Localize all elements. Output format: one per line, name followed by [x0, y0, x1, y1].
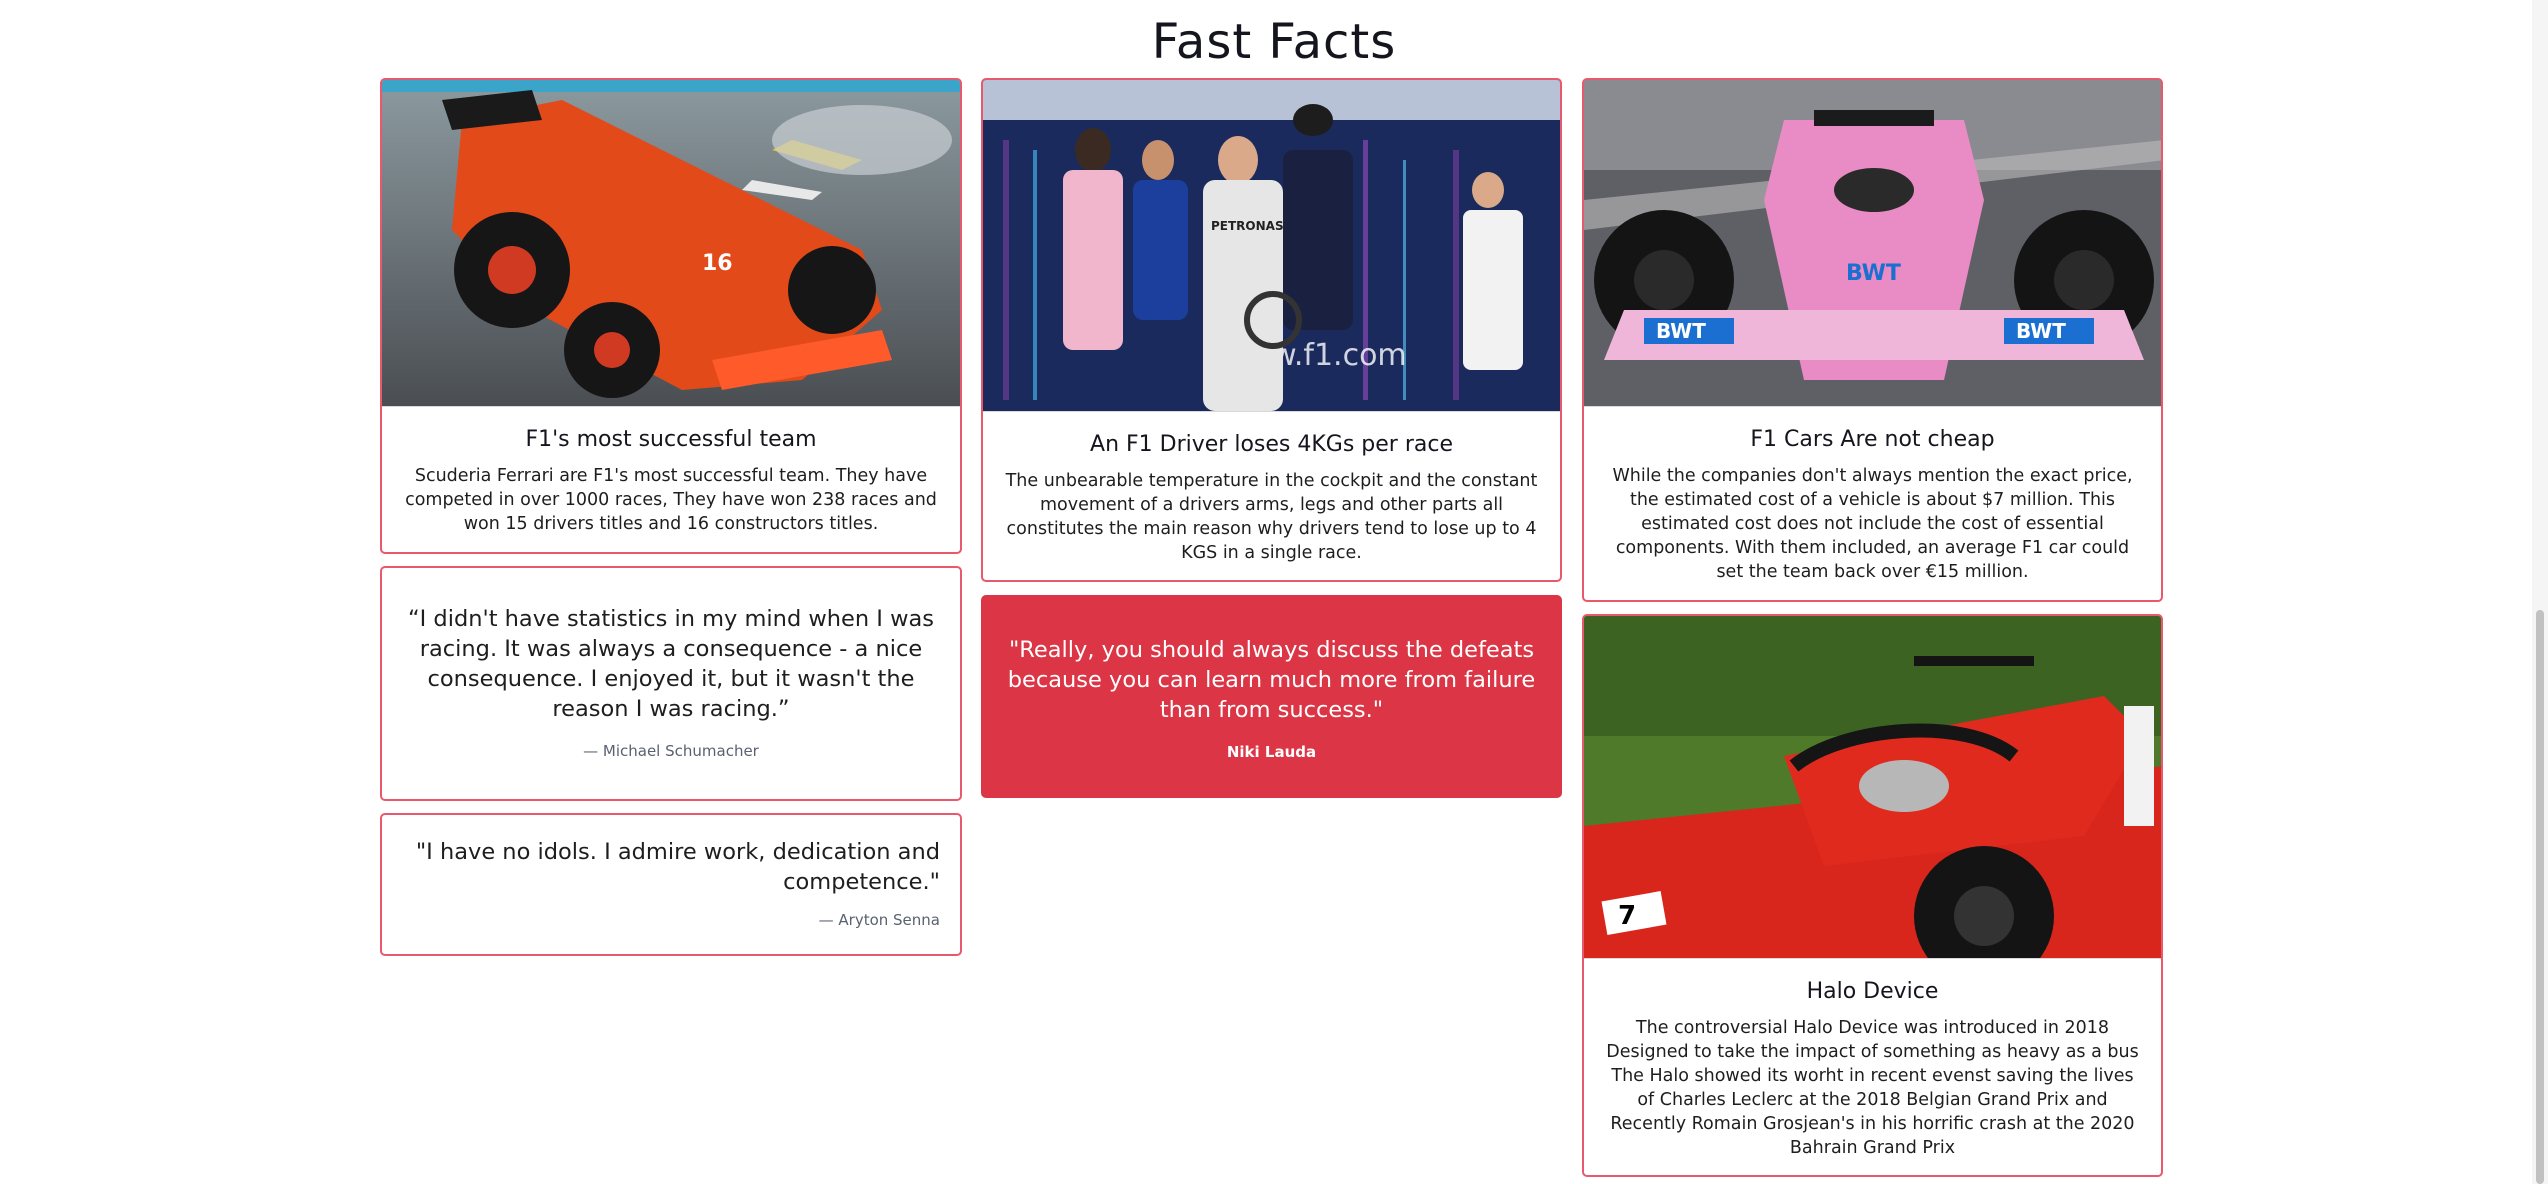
- driver-card-body: An F1 Driver loses 4KGs per race The unb…: [983, 412, 1560, 575]
- cost-card: BWT BWT BWT F1 Cars Are not cheap While …: [1582, 78, 2163, 602]
- page-title: Fast Facts: [1151, 14, 1397, 70]
- halo-card-body: Halo Device The controversial Halo Devic…: [1584, 959, 2161, 1170]
- svg-text:16: 16: [702, 251, 733, 276]
- driver-card: www.f1.com PETRONAS An F1 Driver loses 4…: [981, 78, 1562, 582]
- ferrari-card: 16 F1's most successful team Scuderia Fe…: [380, 78, 962, 554]
- ferrari-car-image: 16: [382, 80, 960, 407]
- svg-text:PETRONAS: PETRONAS: [1211, 219, 1284, 233]
- cost-card-body: F1 Cars Are not cheap While the companie…: [1584, 407, 2161, 594]
- lauda-quote-text: "Really, you should always discuss the d…: [1007, 637, 1536, 723]
- senna-quote: "I have no idols. I admire work, dedicat…: [382, 815, 960, 929]
- drivers-image: www.f1.com PETRONAS: [983, 80, 1560, 412]
- senna-quote-card: "I have no idols. I admire work, dedicat…: [380, 813, 962, 956]
- cost-card-text: While the companies don't always mention…: [1612, 466, 2133, 582]
- halo-card: 7 Halo Device The controversial Halo Dev…: [1582, 614, 2163, 1177]
- halo-car-image: 7: [1584, 616, 2161, 959]
- lauda-quote-author: Niki Lauda: [1226, 743, 1317, 761]
- cost-card-title: F1 Cars Are not cheap: [1750, 427, 1995, 452]
- lauda-quote: "Really, you should always discuss the d…: [983, 597, 1560, 761]
- page-scrollbar[interactable]: [2532, 0, 2548, 1184]
- schumacher-quote: “I didn't have statistics in my mind whe…: [382, 568, 960, 760]
- svg-text:BWT: BWT: [1656, 319, 1706, 343]
- svg-text:BWT: BWT: [2016, 319, 2066, 343]
- halo-card-title: Halo Device: [1806, 979, 1939, 1004]
- schumacher-quote-author: — Michael Schumacher: [583, 742, 759, 760]
- schumacher-quote-text: “I didn't have statistics in my mind whe…: [407, 606, 934, 722]
- senna-quote-text: "I have no idols. I admire work, dedicat…: [415, 839, 940, 895]
- pink-car-image: BWT BWT BWT: [1584, 80, 2161, 407]
- halo-card-text: The controversial Halo Device was introd…: [1606, 1018, 2139, 1158]
- driver-card-title: An F1 Driver loses 4KGs per race: [1090, 432, 1453, 457]
- ferrari-card-title: F1's most successful team: [525, 427, 817, 452]
- senna-quote-author: — Aryton Senna: [818, 911, 940, 929]
- svg-text:BWT: BWT: [1846, 261, 1901, 286]
- scrollbar-thumb[interactable]: [2536, 610, 2544, 1184]
- driver-card-text: The unbearable temperature in the cockpi…: [1005, 471, 1538, 563]
- ferrari-card-body: F1's most successful team Scuderia Ferra…: [382, 407, 960, 546]
- svg-text:7: 7: [1618, 901, 1636, 931]
- schumacher-quote-card: “I didn't have statistics in my mind whe…: [380, 566, 962, 801]
- ferrari-card-text: Scuderia Ferrari are F1's most successfu…: [405, 466, 937, 534]
- lauda-quote-card: "Really, you should always discuss the d…: [981, 595, 1562, 798]
